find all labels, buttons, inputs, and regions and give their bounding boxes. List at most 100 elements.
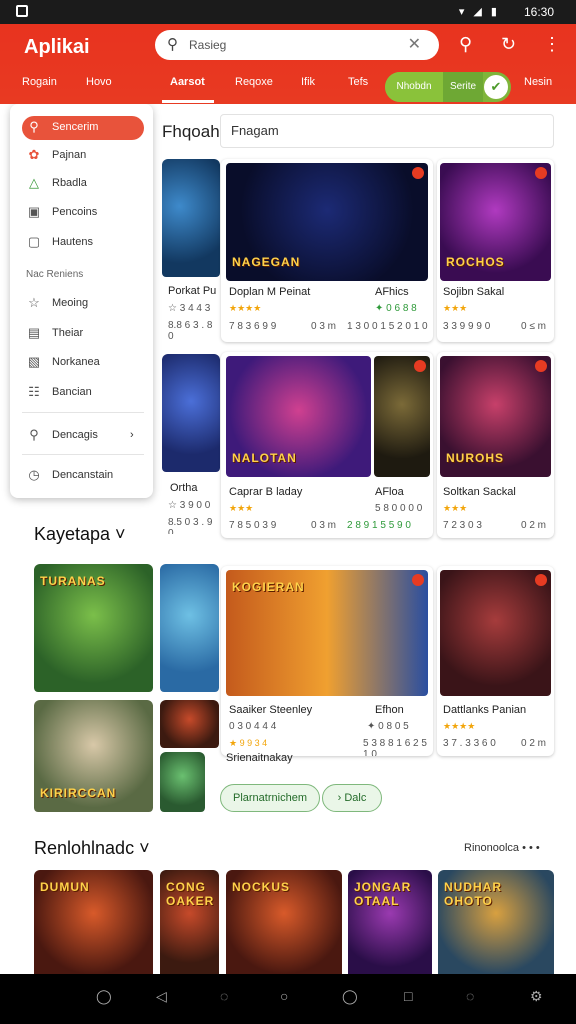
- game-name: Dattlanks Panian: [443, 704, 527, 716]
- game-card[interactable]: NOCKUS: [226, 870, 342, 974]
- game-meta: ✦ 0 6 8 8: [375, 303, 417, 314]
- game-card[interactable]: JONGAR OTAAL: [348, 870, 432, 974]
- search-bar[interactable]: ⚲ ✕: [155, 30, 439, 60]
- game-name-alt: AFhics: [375, 286, 409, 298]
- game-meta: 2 8 9 1 5 5 9 0: [347, 520, 411, 531]
- game-name: Ortha: [170, 482, 198, 494]
- game-art-title: NOCKUS: [232, 880, 291, 894]
- app-bar: Aplikai ⚲ ✕ ⚲ ↻ ⋮ Rogain Hovo Aarsot Req…: [0, 24, 576, 104]
- game-card[interactable]: KOGIERAN Saaiker Steenley 0 3 0 4 4 4 ★ …: [221, 566, 433, 756]
- chip-button[interactable]: Plarnatrnichem: [220, 784, 320, 812]
- game-size: 0 2 m: [521, 520, 547, 531]
- game-card[interactable]: NUDHAR OHOTO: [438, 870, 554, 974]
- game-name: Srienaitnakay: [226, 752, 293, 764]
- drawer-item-label: Hautens: [52, 236, 93, 248]
- game-card[interactable]: DUMUN: [34, 870, 153, 974]
- game-card[interactable]: Dattlanks Panian ★★★★ 3 7 . 3 3 6 0 0 2 …: [437, 566, 554, 756]
- recents-icon[interactable]: □: [404, 988, 412, 1004]
- game-card[interactable]: KIRIRCCAN: [34, 700, 153, 814]
- filter-box[interactable]: Fnagam: [220, 114, 554, 148]
- clock: 16:30: [523, 5, 554, 19]
- home-icon[interactable]: ○: [280, 988, 288, 1004]
- game-card[interactable]: [160, 700, 219, 750]
- nav-dot-icon[interactable]: ◌: [466, 988, 474, 1004]
- settings-icon[interactable]: ⚙: [530, 988, 543, 1005]
- game-meta: 5 8 0 0 0 0: [375, 503, 423, 514]
- star-icon: ☆: [28, 295, 40, 310]
- game-meta: 5 3 8 8 1 6 2 5 1 0: [363, 738, 427, 756]
- tab-tefs[interactable]: Tefs: [348, 76, 368, 88]
- nav-circle-icon[interactable]: ◯: [342, 988, 358, 1005]
- tab-nesin[interactable]: Nesin: [524, 76, 552, 88]
- game-card[interactable]: Porkat Pu ☆ 3 4 4 3 8.8 6 3 . 8 0: [162, 159, 220, 339]
- game-card[interactable]: [160, 752, 205, 814]
- pill-left[interactable]: Nhobdn: [385, 72, 443, 102]
- tab-hovo[interactable]: Hovo: [86, 76, 112, 88]
- close-icon[interactable]: ✕: [408, 34, 421, 54]
- game-name-alt: AFloa: [375, 486, 404, 498]
- game-art-title: TURANAS: [40, 574, 106, 588]
- drawer-item-lock[interactable]: ▢ Hautens: [22, 231, 144, 255]
- game-meta: 7 8 5 0 3 9: [229, 520, 277, 531]
- section-title[interactable]: Kayetapa ˅: [34, 524, 126, 545]
- section-title[interactable]: Renlohlnadc ˅: [34, 838, 150, 859]
- drawer-item-search-more[interactable]: ⚲ Dencagis ›: [22, 424, 144, 448]
- drawer-section-label: Nac Reniens: [26, 269, 84, 280]
- drawer-divider: [22, 412, 144, 413]
- drawer-item-label: Sencerim: [52, 121, 99, 133]
- tab-reqoxe[interactable]: Reqoxe: [235, 76, 273, 88]
- game-thumbnail: CONG OAKER: [160, 870, 219, 974]
- refresh-icon[interactable]: ↻: [501, 34, 516, 55]
- search-icon[interactable]: ⚲: [459, 34, 472, 55]
- game-name: Soltkan Sackal: [443, 486, 516, 498]
- game-card[interactable]: Ortha ☆ 3 9 0 0 8.5 0 3 . 9 0: [162, 354, 220, 534]
- game-art-title: NUDHAR OHOTO: [444, 880, 502, 908]
- rating-stars: ★★★: [229, 503, 254, 513]
- game-card[interactable]: [160, 564, 219, 694]
- game-card[interactable]: CONG OAKER: [160, 870, 219, 974]
- game-thumbnail: [440, 570, 551, 696]
- filter-pill[interactable]: Nhobdn Serite ✔: [385, 72, 511, 102]
- game-card[interactable]: NUROHS Soltkan Sackal ★★★ 7 2 3 0 3 0 2 …: [437, 352, 554, 538]
- game-meta: 7 8 3 6 9 9: [229, 321, 277, 332]
- chip-button[interactable]: › Dalc: [322, 784, 382, 812]
- drawer-item-card[interactable]: ☷ Bancian: [22, 381, 144, 405]
- drawer-item-tag[interactable]: ✿ Pajnan: [22, 144, 144, 168]
- drawer-item-box[interactable]: ▣ Pencoins: [22, 201, 144, 225]
- game-art-title: KOGIERAN: [232, 580, 305, 594]
- section-title: Fhqoah: [162, 122, 220, 141]
- search-input[interactable]: [189, 35, 399, 55]
- side-drawer: ⚲ Sencerim ✿ Pajnan △ Rbadla ▣ Pencoins …: [10, 104, 153, 498]
- game-card[interactable]: NALOTAN Caprar B laday ★★★ 7 8 5 0 3 9 0…: [221, 352, 433, 538]
- drawer-item-calendar[interactable]: ▤ Theiar: [22, 322, 144, 346]
- tab-aarsot[interactable]: Aarsot: [170, 76, 205, 88]
- pill-toggle-icon[interactable]: ✔: [484, 75, 508, 99]
- drawer-item-label: Dencanstain: [52, 469, 114, 481]
- game-meta: ☆ 3 4 4 3: [168, 303, 211, 314]
- status-bar: ▾ ◢ ▮ 16:30: [0, 0, 576, 24]
- nav-circle-icon[interactable]: ◯: [96, 988, 112, 1005]
- tab-rogain[interactable]: Rogain: [22, 76, 57, 88]
- game-card[interactable]: ROCHOS Sojibn Sakal ★★★ 3 3 9 9 9 0 0 ≤ …: [437, 159, 554, 342]
- rating-stars: ★★★★: [443, 721, 476, 731]
- game-art-title: JONGAR OTAAL: [354, 880, 412, 908]
- game-thumbnail: JONGAR OTAAL: [348, 870, 432, 974]
- system-nav-bar: ◯ ◁ ◌ ○ ◯ □ ◌ ⚙: [0, 974, 576, 1024]
- drawer-item-grid[interactable]: ▧ Norkanea: [22, 351, 144, 375]
- game-card[interactable]: NAGEGAN Doplan M Peinat ★★★★ 7 8 3 6 9 9…: [221, 159, 433, 342]
- drawer-item-search[interactable]: ⚲ Sencerim: [22, 116, 144, 140]
- nav-dot-icon[interactable]: ◌: [220, 988, 228, 1004]
- status-icons: ▾ ◢ ▮: [458, 6, 500, 18]
- drawer-item-star[interactable]: ☆ Meoing: [22, 292, 144, 316]
- back-icon[interactable]: ◁: [156, 988, 167, 1005]
- drawer-item-shield[interactable]: △ Rbadla: [22, 172, 144, 196]
- drawer-item-info[interactable]: ◷ Dencanstain: [22, 464, 144, 488]
- pill-middle[interactable]: Serite: [443, 72, 483, 102]
- tab-ifik[interactable]: Ifik: [301, 76, 315, 88]
- app-logo: Aplikai: [24, 36, 90, 58]
- more-vert-icon[interactable]: ⋮: [543, 34, 561, 55]
- see-more-link[interactable]: Rinonoolca • • •: [464, 842, 540, 854]
- game-size: 0 2 m: [521, 738, 547, 749]
- drawer-item-label: Pajnan: [52, 149, 87, 161]
- game-card[interactable]: TURANAS: [34, 564, 153, 694]
